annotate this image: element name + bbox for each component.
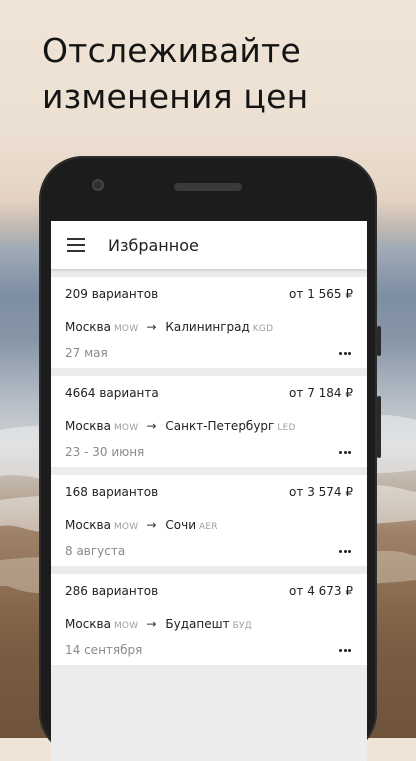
origin-code: MOW	[113, 522, 139, 532]
travel-dates: 27 мая	[65, 346, 108, 360]
origin-code: MOW	[113, 324, 139, 334]
more-horizontal-icon[interactable]	[339, 352, 351, 356]
arrow-right-icon: →	[146, 320, 157, 334]
favorite-card[interactable]: 286 вариантов от 4 673 ₽ Москва MOW → Бу…	[51, 574, 367, 665]
min-price: от 1 565 ₽	[289, 287, 353, 301]
origin-city: Москва	[65, 419, 111, 433]
route: Москва MOW → Будапешт БУД	[65, 617, 252, 631]
page-title: Избранное	[108, 235, 199, 255]
min-price: от 4 673 ₽	[289, 584, 353, 598]
phone-mockup: Избранное 209 вариантов от 1 565 ₽ Москв…	[39, 156, 381, 761]
arrow-right-icon: →	[146, 617, 157, 631]
travel-dates: 14 сентября	[65, 643, 143, 657]
destination-code: LED	[277, 423, 296, 433]
route: Москва MOW → Сочи AER	[65, 518, 218, 532]
destination-city: Санкт-Петербург	[165, 419, 275, 433]
variants-count: 286 вариантов	[65, 584, 159, 598]
travel-dates: 23 - 30 июня	[65, 445, 145, 459]
app-screen: Избранное 209 вариантов от 1 565 ₽ Москв…	[51, 221, 367, 761]
favorite-card[interactable]: 209 вариантов от 1 565 ₽ Москва MOW → Ка…	[51, 277, 367, 368]
variants-count: 209 вариантов	[65, 287, 159, 301]
more-horizontal-icon[interactable]	[339, 451, 351, 455]
phone-side-button	[377, 326, 381, 356]
origin-city: Москва	[65, 320, 111, 334]
app-bar: Избранное	[51, 221, 367, 269]
origin-city: Москва	[65, 617, 111, 631]
origin-code: MOW	[113, 423, 139, 433]
min-price: от 7 184 ₽	[289, 386, 353, 400]
phone-volume-button	[377, 396, 381, 458]
front-camera	[92, 179, 104, 191]
destination-code: KGD	[252, 324, 274, 334]
min-price: от 3 574 ₽	[289, 485, 353, 499]
variants-count: 4664 варианта	[65, 386, 159, 400]
favorite-card[interactable]: 168 вариантов от 3 574 ₽ Москва MOW → Со…	[51, 475, 367, 566]
phone-speaker	[174, 183, 242, 191]
favorite-card[interactable]: 4664 варианта от 7 184 ₽ Москва MOW → Са…	[51, 376, 367, 467]
route: Москва MOW → Санкт-Петербург LED	[65, 419, 296, 433]
promo-headline: Отслеживайте изменения цен	[42, 31, 309, 116]
travel-dates: 8 августа	[65, 544, 126, 558]
more-horizontal-icon[interactable]	[339, 550, 351, 554]
route: Москва MOW → Калининград KGD	[65, 320, 273, 334]
more-horizontal-icon[interactable]	[339, 649, 351, 653]
origin-city: Москва	[65, 518, 111, 532]
destination-city: Калининград	[165, 320, 250, 334]
variants-count: 168 вариантов	[65, 485, 159, 499]
destination-code: БУД	[232, 621, 252, 631]
favorites-list: 209 вариантов от 1 565 ₽ Москва MOW → Ка…	[51, 269, 367, 665]
destination-city: Сочи	[165, 518, 196, 532]
origin-code: MOW	[113, 621, 139, 631]
hamburger-menu-icon[interactable]	[67, 238, 85, 252]
arrow-right-icon: →	[146, 518, 157, 532]
arrow-right-icon: →	[146, 419, 157, 433]
destination-city: Будапешт	[165, 617, 230, 631]
destination-code: AER	[199, 522, 218, 532]
